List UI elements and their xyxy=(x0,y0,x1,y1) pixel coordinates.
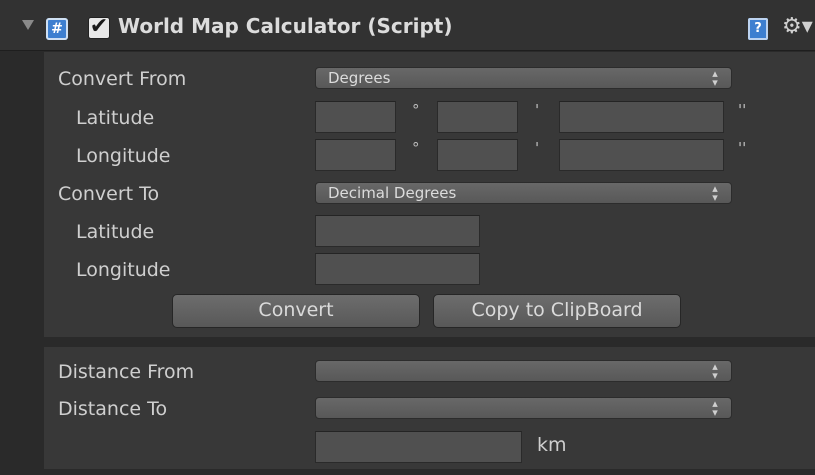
distance-to-dropdown[interactable]: ▴ ▾ xyxy=(315,397,732,419)
from-longitude-seconds-input[interactable] xyxy=(559,139,724,171)
component-header: # ✔ World Map Calculator (Script) ? ⚙▾ xyxy=(0,0,815,51)
section-divider xyxy=(0,337,815,347)
convert-button[interactable]: Convert xyxy=(172,294,420,328)
from-longitude-label: Longitude xyxy=(76,145,171,167)
to-longitude-output[interactable] xyxy=(315,253,480,285)
distance-unit-label: km xyxy=(537,434,567,456)
convert-to-dropdown[interactable]: Decimal Degrees ▴ ▾ xyxy=(315,182,732,204)
updown-arrows-icon: ▴ ▾ xyxy=(712,182,718,204)
from-latitude-minutes-input[interactable] xyxy=(437,101,518,133)
to-latitude-label: Latitude xyxy=(76,221,155,243)
from-latitude-label: Latitude xyxy=(76,107,155,129)
convert-from-value: Degrees xyxy=(328,69,391,87)
distance-to-label: Distance To xyxy=(58,398,168,420)
second-symbol: '' xyxy=(738,139,747,157)
convert-from-dropdown[interactable]: Degrees ▴ ▾ xyxy=(315,67,732,89)
convert-to-value: Decimal Degrees xyxy=(328,184,457,202)
from-longitude-minutes-input[interactable] xyxy=(437,139,518,171)
from-longitude-degrees-input[interactable] xyxy=(315,139,396,171)
csharp-script-icon: # xyxy=(46,18,68,40)
copy-to-clipboard-button[interactable]: Copy to ClipBoard xyxy=(433,294,681,328)
second-symbol: '' xyxy=(738,101,747,119)
gear-icon[interactable]: ⚙▾ xyxy=(782,13,813,41)
check-icon: ✔ xyxy=(89,14,109,39)
updown-arrows-icon: ▴ ▾ xyxy=(712,360,718,382)
distance-from-label: Distance From xyxy=(58,361,195,383)
distance-result-output[interactable] xyxy=(315,431,522,463)
to-latitude-output[interactable] xyxy=(315,215,480,247)
foldout-arrow-icon[interactable] xyxy=(22,20,34,30)
help-book-icon[interactable]: ? xyxy=(748,18,768,40)
degree-symbol: ° xyxy=(412,139,420,157)
updown-arrows-icon: ▴ ▾ xyxy=(712,397,718,419)
component-title: World Map Calculator (Script) xyxy=(118,14,453,38)
convert-to-label: Convert To xyxy=(58,183,160,205)
from-latitude-seconds-input[interactable] xyxy=(559,101,724,133)
convert-from-label: Convert From xyxy=(58,68,187,90)
minute-symbol: ' xyxy=(535,101,540,119)
to-longitude-label: Longitude xyxy=(76,259,171,281)
distance-from-dropdown[interactable]: ▴ ▾ xyxy=(315,360,732,382)
help-icon-glyph: ? xyxy=(754,21,762,36)
script-icon-glyph: # xyxy=(51,21,63,37)
minute-symbol: ' xyxy=(535,139,540,157)
component-enabled-checkbox[interactable]: ✔ xyxy=(88,14,110,39)
degree-symbol: ° xyxy=(412,101,420,119)
updown-arrows-icon: ▴ ▾ xyxy=(712,67,718,89)
from-latitude-degrees-input[interactable] xyxy=(315,101,396,133)
